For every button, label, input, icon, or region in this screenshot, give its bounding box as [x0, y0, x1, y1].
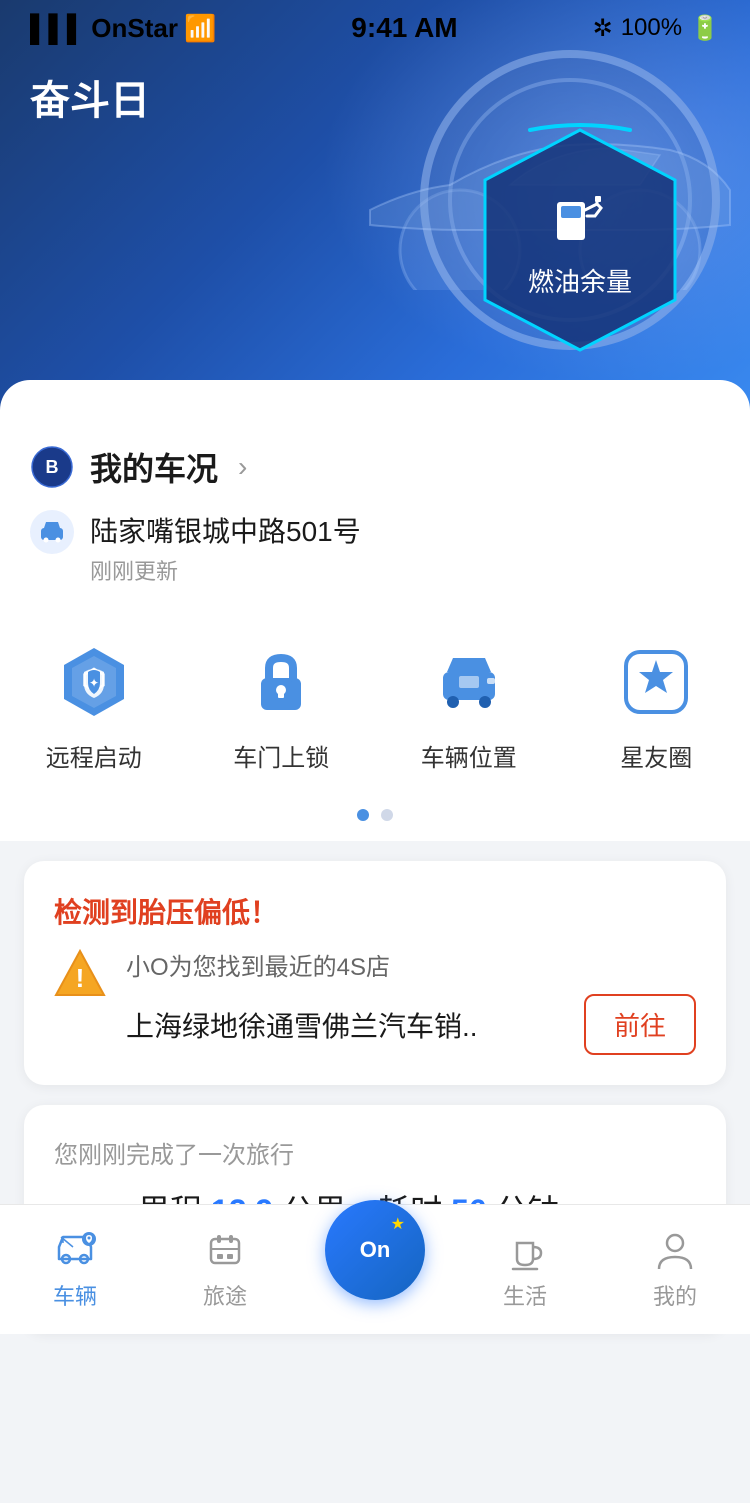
onstar-label: On: [360, 1237, 391, 1263]
alert-warning-icon: !: [54, 947, 106, 999]
trip-meta: 您刚刚完成了一次旅行: [54, 1135, 696, 1170]
battery-icon: 🔋: [690, 14, 720, 43]
alert-text-col: 小O为您找到最近的4S店 上海绿地徐通雪佛兰汽车销.. 前往: [126, 947, 696, 1055]
buick-logo: B: [30, 445, 74, 489]
alert-dest-row: 上海绿地徐通雪佛兰汽车销.. 前往: [126, 994, 696, 1055]
fuel-widget[interactable]: 燃油余量: [470, 120, 690, 360]
remote-start-icon: ⬡ ✦: [56, 644, 132, 720]
car-status-section: B 我的车况 › 陆家嘴银城中路501号 刚刚更新: [0, 420, 750, 612]
onstar-center-button[interactable]: ★ On: [325, 1200, 425, 1300]
action-star-friends[interactable]: 星友圈: [576, 642, 736, 773]
status-right: ✲ 100% 🔋: [593, 14, 720, 43]
chevron-right-icon: ›: [238, 451, 247, 483]
clock: 9:41 AM: [351, 12, 457, 44]
car-status-header[interactable]: B 我的车况 ›: [30, 444, 720, 490]
door-lock-label: 车门上锁: [233, 738, 329, 773]
nav-center[interactable]: ★ On: [300, 1220, 450, 1320]
carrier-signal: ▌▌▌ OnStar 📶: [30, 13, 216, 44]
status-bar: ▌▌▌ OnStar 📶 9:41 AM ✲ 100% 🔋: [0, 0, 750, 52]
nav-item-life[interactable]: 生活: [450, 1229, 600, 1311]
star-friends-icon: [618, 644, 694, 720]
action-remote-start[interactable]: ⬡ ✦ 远程启动: [14, 642, 174, 773]
svg-text:!: !: [76, 963, 85, 993]
star-friends-label: 星友圈: [620, 738, 692, 773]
car-icon: [38, 518, 66, 546]
vehicle-nav-icon: [53, 1229, 97, 1273]
hero-title: 奋斗日: [30, 68, 150, 126]
address-text: 陆家嘴银城中路501号: [90, 510, 361, 550]
alert-destination: 上海绿地徐通雪佛兰汽车销..: [126, 1005, 478, 1045]
car-status-title: 我的车况: [90, 444, 218, 490]
door-lock-icon: [243, 644, 319, 720]
mine-nav-icon: [653, 1229, 697, 1273]
nav-vehicle-label: 车辆: [53, 1279, 97, 1311]
fuel-pump-icon: [545, 182, 615, 252]
vehicle-location-label: 车辆位置: [421, 738, 517, 773]
fuel-label: 燃油余量: [528, 262, 632, 299]
onstar-star-icon: ★: [391, 1214, 405, 1234]
alert-card: 检测到胎压偏低！ ! 小O为您找到最近的4S店 上海绿地徐通雪佛兰汽车销.. 前…: [24, 861, 726, 1085]
hero-bottom-curve: [0, 380, 750, 420]
car-location-row: 陆家嘴银城中路501号 刚刚更新: [30, 510, 720, 596]
door-lock-icon-wrap: [241, 642, 321, 722]
nav-item-mine[interactable]: 我的: [600, 1229, 750, 1311]
star-friends-icon-wrap: [616, 642, 696, 722]
bottom-spacer: [0, 1353, 750, 1503]
location-info: 陆家嘴银城中路501号 刚刚更新: [90, 510, 361, 586]
nav-mine-label: 我的: [653, 1279, 697, 1311]
signal-bars: ▌▌▌: [30, 13, 85, 44]
journey-nav-icon: [203, 1229, 247, 1273]
nav-journey-label: 旅途: [203, 1279, 247, 1311]
car-location-icon: [30, 510, 74, 554]
fuel-content: 燃油余量: [528, 182, 632, 299]
vehicle-location-icon: [431, 644, 507, 720]
alert-body: ! 小O为您找到最近的4S店 上海绿地徐通雪佛兰汽车销.. 前往: [54, 947, 696, 1055]
carrier-name: OnStar: [91, 13, 178, 44]
battery-percent: 100%: [621, 14, 682, 42]
wifi-icon: 📶: [184, 13, 216, 44]
nav-item-vehicle[interactable]: 车辆: [0, 1229, 150, 1311]
update-time: 刚刚更新: [90, 554, 361, 586]
alert-title: 检测到胎压偏低！: [54, 891, 696, 931]
svg-text:✦: ✦: [89, 676, 99, 690]
quick-actions: ⬡ ✦ 远程启动 车门上锁: [0, 612, 750, 793]
bluetooth-icon: ✲: [593, 14, 613, 43]
alert-sub-text: 小O为您找到最近的4S店: [126, 947, 696, 982]
action-vehicle-location[interactable]: 车辆位置: [389, 642, 549, 773]
nav-item-journey[interactable]: 旅途: [150, 1229, 300, 1311]
svg-text:B: B: [46, 457, 59, 477]
life-nav-icon: [503, 1229, 547, 1273]
remote-start-label: 远程启动: [46, 738, 142, 773]
vehicle-location-icon-wrap: [429, 642, 509, 722]
page-dots: [0, 793, 750, 841]
dot-active: [357, 809, 369, 821]
remote-start-icon-wrap: ⬡ ✦: [54, 642, 134, 722]
hero-section: 奋斗日 燃油余量: [0, 0, 750, 420]
warning-triangle-icon: !: [54, 947, 106, 999]
bottom-nav: 车辆 旅途 ★ On 生活: [0, 1204, 750, 1334]
nav-life-label: 生活: [503, 1279, 547, 1311]
dot-inactive: [381, 809, 393, 821]
action-door-lock[interactable]: 车门上锁: [201, 642, 361, 773]
goto-button[interactable]: 前往: [584, 994, 696, 1055]
